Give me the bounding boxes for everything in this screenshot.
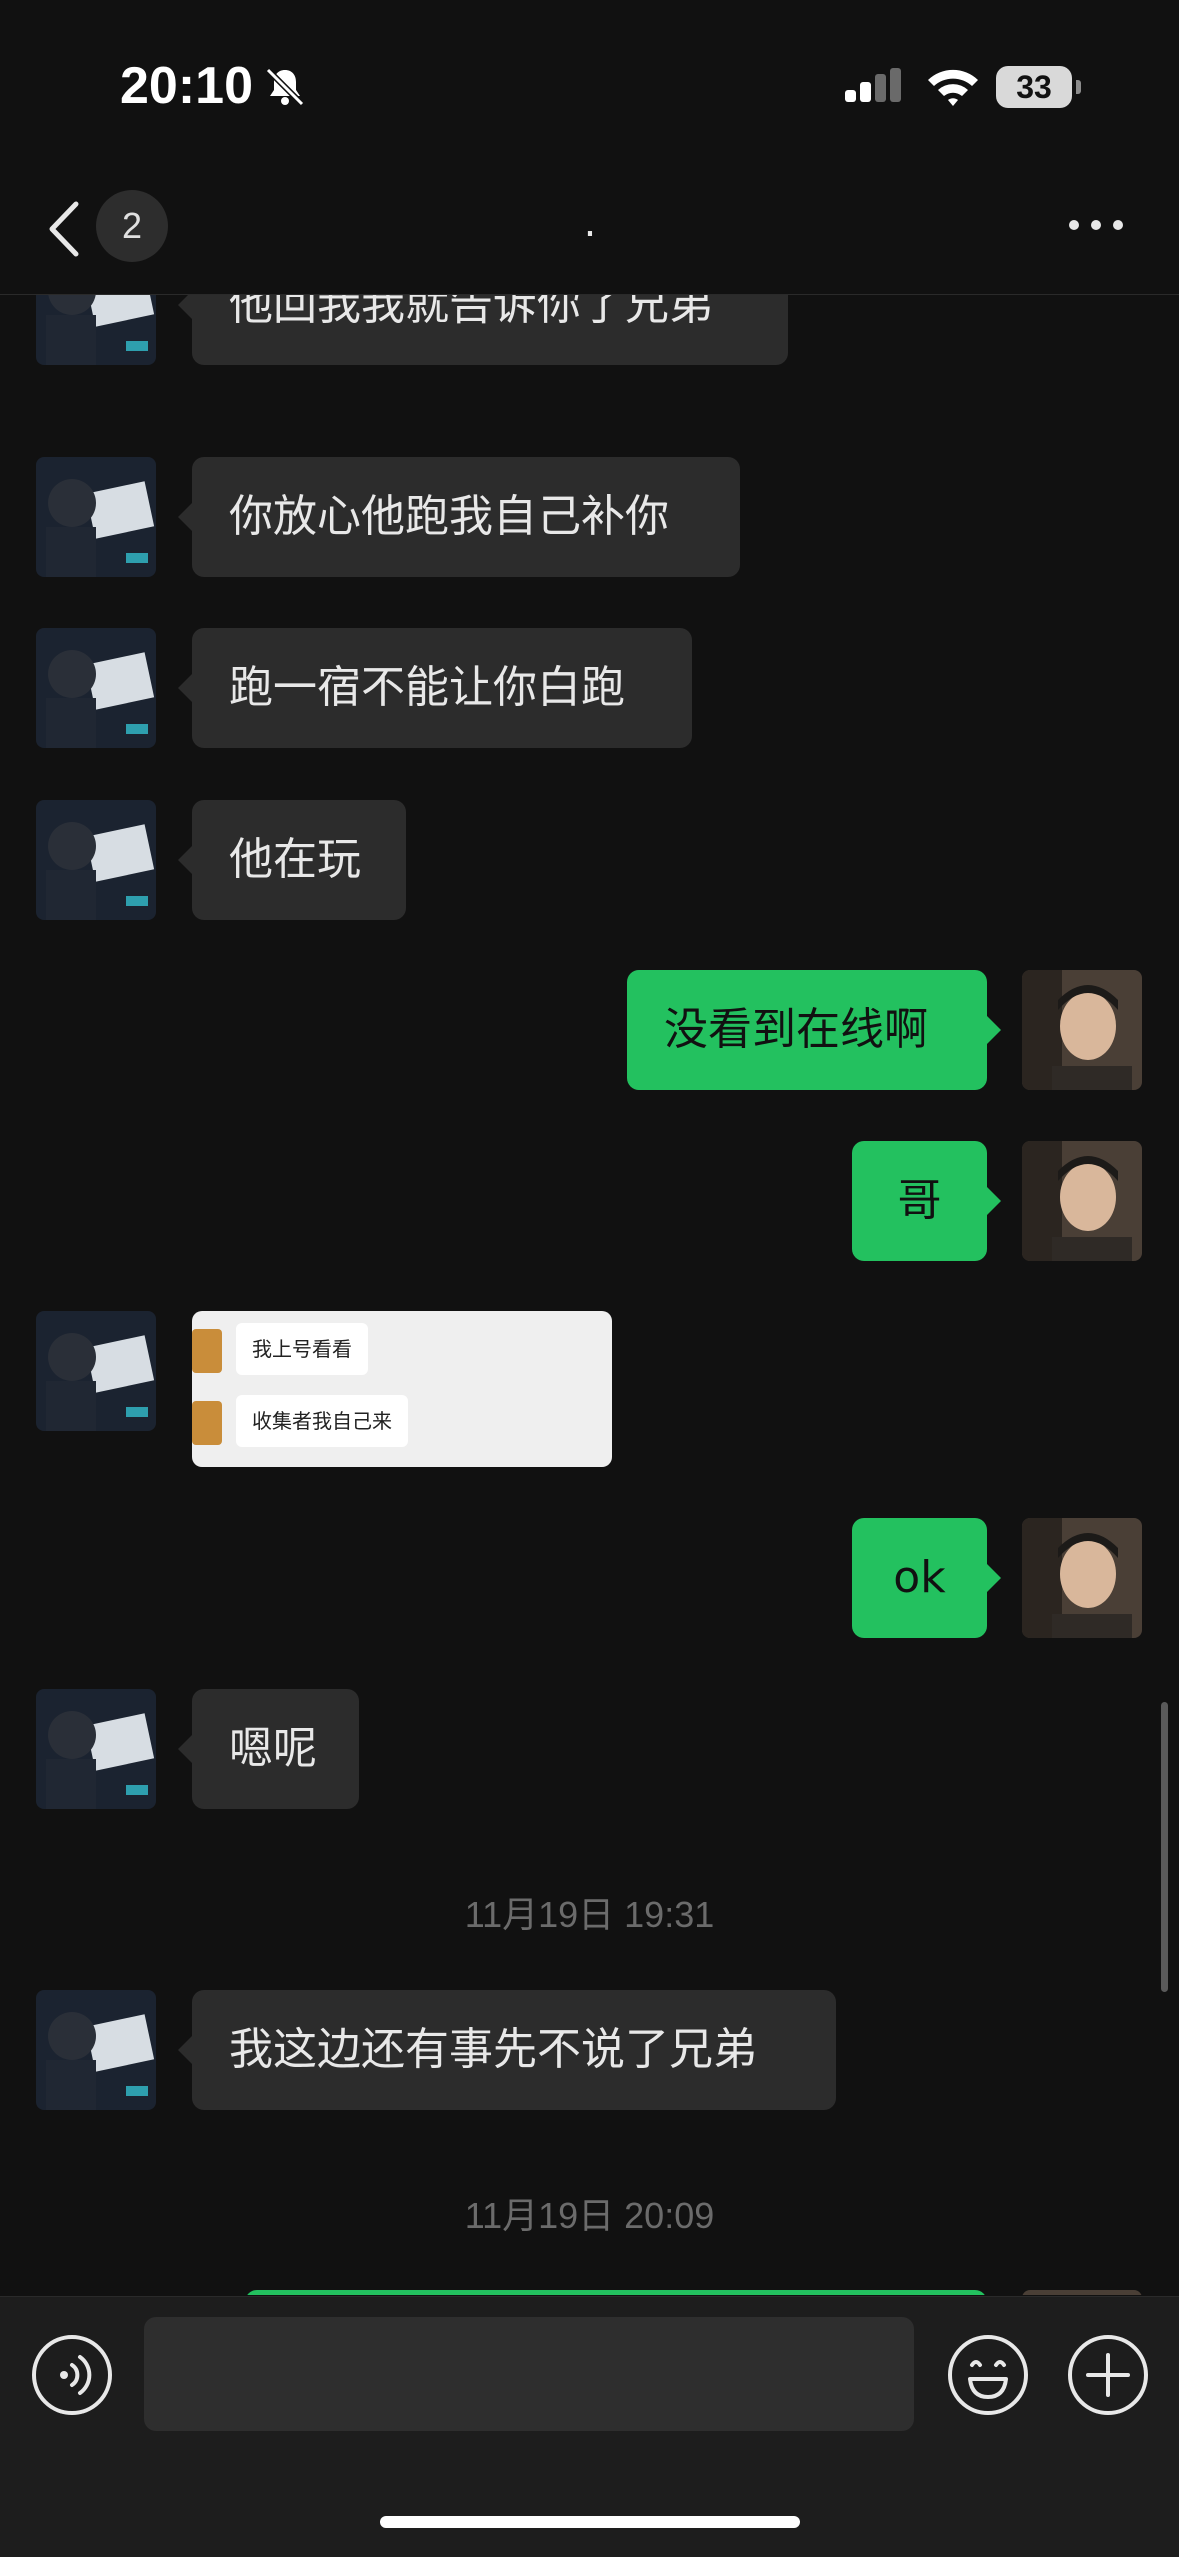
message-bubble-incoming[interactable]: 你放心他跑我自己补你: [178, 457, 740, 577]
bell-off-icon: [262, 64, 308, 110]
more-icon[interactable]: [1066, 210, 1126, 240]
contact-avatar[interactable]: [36, 1990, 156, 2110]
unread-count-badge[interactable]: 2: [96, 190, 168, 262]
home-indicator: [380, 2516, 800, 2528]
status-bar: 20:10 33: [0, 0, 1179, 170]
message-bubble-outgoing[interactable]: ok: [852, 1518, 1001, 1638]
emoji-icon[interactable]: [946, 2333, 1030, 2417]
contact-avatar[interactable]: [36, 1689, 156, 1809]
scrollbar[interactable]: [1161, 1702, 1168, 1992]
message-bubble-outgoing[interactable]: [245, 2290, 987, 2295]
contact-avatar[interactable]: [36, 628, 156, 748]
chat-header: 2 .: [0, 170, 1179, 295]
contact-avatar[interactable]: [36, 800, 156, 920]
status-time: 20:10: [120, 57, 253, 115]
message-bubble-outgoing[interactable]: 哥: [852, 1141, 1001, 1261]
message-list[interactable]: 他回我我就告诉你了兄弟 你放心他跑我自己补你 跑一宿不能让你白跑 他在玩 没看到…: [0, 295, 1179, 2295]
image-inner-text: 收集者我自己来: [236, 1395, 408, 1447]
message-bubble-outgoing[interactable]: 没看到在线啊: [627, 970, 1001, 1090]
my-avatar[interactable]: [1022, 1518, 1142, 1638]
contact-avatar[interactable]: [36, 457, 156, 577]
message-bubble-incoming[interactable]: 他回我我就告诉你了兄弟: [178, 295, 788, 365]
my-avatar[interactable]: [1022, 1141, 1142, 1261]
message-bubble-incoming[interactable]: 跑一宿不能让你白跑: [178, 628, 692, 748]
contact-avatar[interactable]: [36, 295, 156, 365]
battery-icon: 33: [996, 66, 1072, 108]
timestamp: 11月19日 19:31: [464, 1894, 715, 1935]
chat-title: .: [583, 200, 597, 246]
message-bubble-incoming[interactable]: 嗯呢: [178, 1689, 359, 1809]
plus-icon[interactable]: [1066, 2333, 1150, 2417]
timestamp: 11月19日 20:09: [464, 2195, 715, 2236]
battery-tip: [1076, 80, 1081, 94]
message-bubble-incoming[interactable]: 他在玩: [178, 800, 406, 920]
message-bubble-incoming[interactable]: 我这边还有事先不说了兄弟: [178, 1990, 836, 2110]
image-inner-avatar: [192, 1329, 222, 1373]
signal-icon: [843, 68, 905, 110]
contact-avatar[interactable]: [36, 1311, 156, 1431]
image-inner-avatar: [192, 1401, 222, 1445]
my-avatar[interactable]: [1022, 970, 1142, 1090]
my-avatar[interactable]: [1022, 2290, 1142, 2295]
message-input[interactable]: [144, 2317, 914, 2431]
wifi-icon: [924, 64, 982, 110]
back-chevron-icon[interactable]: [40, 194, 90, 264]
image-message[interactable]: 我上号看看 收集者我自己来: [192, 1311, 612, 1467]
voice-icon[interactable]: [30, 2333, 114, 2417]
image-inner-text: 我上号看看: [236, 1323, 368, 1375]
